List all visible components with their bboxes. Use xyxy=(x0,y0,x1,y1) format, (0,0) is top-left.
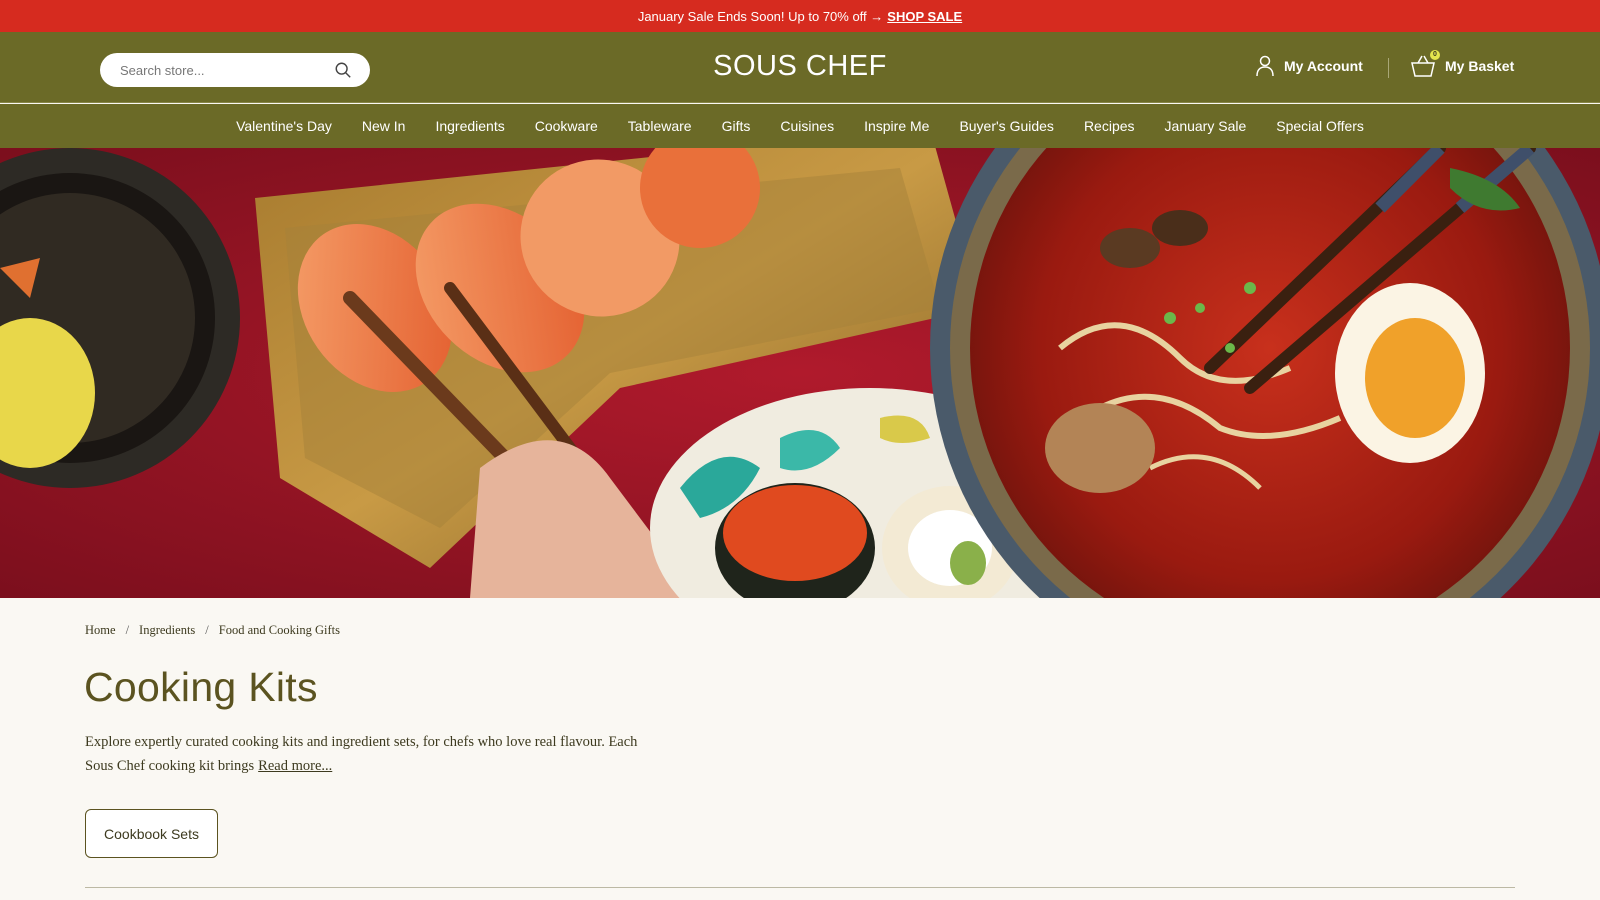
site-header: SOUS CHEF My Account 0 My Basket xyxy=(0,32,1600,103)
my-basket-link[interactable]: 0 My Basket xyxy=(1410,50,1515,78)
basket-label: My Basket xyxy=(1445,58,1515,74)
page-title: Cooking Kits xyxy=(84,664,318,710)
promo-text: January Sale Ends Soon! Up to 70% off → xyxy=(637,8,884,24)
nav-item-january-sale[interactable]: January Sale xyxy=(1150,118,1262,134)
basket-count-badge: 0 xyxy=(1430,50,1440,60)
account-label: My Account xyxy=(1284,58,1363,74)
promo-banner: January Sale Ends Soon! Up to 70% off → … xyxy=(0,0,1600,32)
main-nav: Valentine's Day New In Ingredients Cookw… xyxy=(0,104,1600,148)
breadcrumb: Home / Ingredients / Food and Cooking Gi… xyxy=(85,623,340,638)
nav-item-recipes[interactable]: Recipes xyxy=(1069,118,1150,134)
section-divider xyxy=(85,887,1515,888)
search-bar xyxy=(100,53,370,87)
hero-image xyxy=(0,148,1600,598)
nav-item-ingredients[interactable]: Ingredients xyxy=(420,118,519,134)
nav-item-new-in[interactable]: New In xyxy=(347,118,421,134)
header-divider xyxy=(1388,58,1389,78)
description-text: Explore expertly curated cooking kits an… xyxy=(85,734,638,774)
read-more-link[interactable]: Read more... xyxy=(258,758,332,774)
search-input[interactable] xyxy=(120,62,334,78)
nav-item-tableware[interactable]: Tableware xyxy=(613,118,707,134)
hero-food-illustration xyxy=(0,148,1600,598)
my-account-link[interactable]: My Account xyxy=(1255,55,1363,77)
nav-item-inspire-me[interactable]: Inspire Me xyxy=(849,118,944,134)
nav-item-buyers-guides[interactable]: Buyer's Guides xyxy=(944,118,1069,134)
basket-icon-wrap: 0 xyxy=(1410,50,1440,78)
nav-item-valentines-day[interactable]: Valentine's Day xyxy=(221,118,347,134)
breadcrumb-ingredients[interactable]: Ingredients xyxy=(139,623,195,638)
cookbook-sets-chip[interactable]: Cookbook Sets xyxy=(85,809,218,858)
logo-text[interactable]: SOUS CHEF xyxy=(713,50,887,82)
breadcrumb-separator: / xyxy=(205,623,209,637)
nav-item-gifts[interactable]: Gifts xyxy=(707,118,766,134)
user-icon xyxy=(1256,55,1274,77)
nav-item-cookware[interactable]: Cookware xyxy=(520,118,613,134)
shop-sale-link[interactable]: SHOP SALE xyxy=(887,9,962,24)
breadcrumb-separator: / xyxy=(125,623,130,637)
search-icon[interactable] xyxy=(334,61,352,79)
nav-item-special-offers[interactable]: Special Offers xyxy=(1261,118,1379,134)
breadcrumb-food-and-cooking-gifts[interactable]: Food and Cooking Gifts xyxy=(219,623,340,638)
nav-item-cuisines[interactable]: Cuisines xyxy=(765,118,849,134)
breadcrumb-home[interactable]: Home xyxy=(85,623,116,638)
category-description: Explore expertly curated cooking kits an… xyxy=(85,730,665,778)
